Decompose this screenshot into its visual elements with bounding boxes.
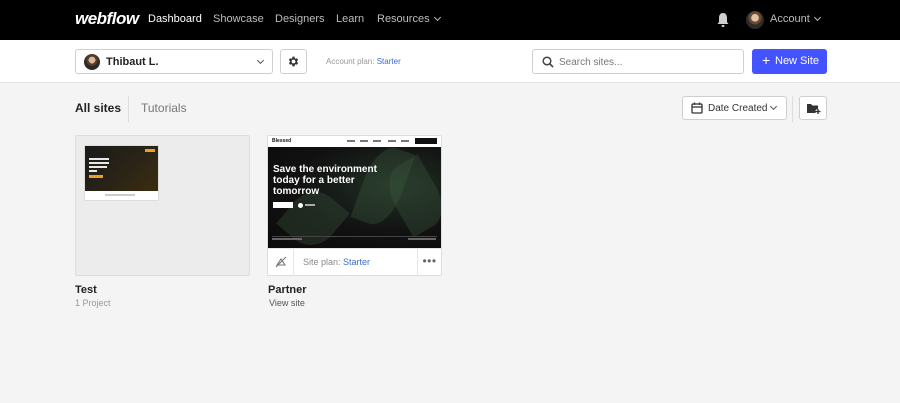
webflow-logo[interactable]: webflow — [75, 9, 139, 29]
thumbnail-hero — [85, 146, 158, 191]
view-site-link[interactable]: View site — [269, 298, 305, 308]
thumbnail-brand: Blessed — [272, 138, 292, 144]
workspace-user-name: Thibaut L. — [106, 56, 159, 68]
nav-dashboard[interactable]: Dashboard — [148, 13, 202, 25]
workspace-select[interactable]: Thibaut L. — [75, 49, 273, 74]
thumbnail-nav-link — [388, 140, 396, 142]
site-thumbnail — [85, 146, 158, 200]
thumbnail-line — [89, 170, 97, 172]
site-card-footer: Site plan: Starter ••• — [268, 248, 441, 276]
card-title[interactable]: Test — [75, 284, 97, 296]
more-options-icon[interactable]: ••• — [417, 249, 441, 276]
account-plan-label: Account plan: — [326, 57, 375, 66]
tab-all-sites[interactable]: All sites — [75, 101, 121, 115]
thumbnail-footer-line — [408, 238, 436, 240]
search-box[interactable] — [532, 49, 744, 74]
thumbnail-line — [89, 158, 109, 160]
nav-designers[interactable]: Designers — [275, 13, 325, 25]
search-input[interactable] — [559, 54, 739, 70]
avatar[interactable] — [746, 11, 764, 29]
new-folder-button[interactable] — [799, 96, 827, 120]
tab-tutorials[interactable]: Tutorials — [141, 101, 187, 115]
sort-dropdown[interactable]: Date Created — [682, 96, 787, 120]
chevron-down-icon — [769, 102, 778, 111]
sort-label: Date Created — [708, 103, 768, 114]
chevron-down-icon — [256, 56, 265, 65]
avatar — [84, 54, 100, 70]
thumbnail-footer — [105, 194, 135, 196]
thumbnail-line — [89, 162, 109, 164]
thumbnail-line — [305, 204, 315, 206]
site-plan-link[interactable]: Starter — [343, 257, 370, 267]
plus-icon: + — [762, 52, 771, 68]
thumbnail-topbar: Blessed — [268, 136, 441, 147]
site-plan: Site plan: Starter — [303, 257, 370, 267]
thumbnail-nav-link — [360, 140, 368, 142]
account-plan-link[interactable]: Starter — [377, 57, 401, 66]
toolbar-divider — [792, 96, 793, 122]
thumbnail-nav-link — [401, 140, 409, 142]
workspace-toolbar: Thibaut L. Account plan: Starter + New S… — [0, 40, 900, 83]
thumbnail-cta — [89, 175, 103, 178]
card-subtitle: 1 Project — [75, 298, 111, 308]
thumbnail-nav-link — [347, 140, 355, 142]
chevron-down-icon — [433, 13, 441, 22]
thumbnail-nav — [145, 149, 155, 152]
gear-icon — [288, 56, 299, 67]
site-card[interactable]: Blessed Save the environment today for a… — [267, 135, 442, 276]
chevron-down-icon — [813, 13, 821, 22]
nav-resources[interactable]: Resources — [377, 13, 441, 25]
nav-learn[interactable]: Learn — [336, 13, 364, 25]
thumbnail-nav-link — [373, 140, 381, 142]
no-hosting-icon — [275, 256, 287, 268]
search-icon — [542, 56, 554, 68]
calendar-icon — [691, 102, 703, 114]
project-folder-card[interactable] — [75, 135, 250, 276]
nav-resources-label: Resources — [377, 13, 430, 25]
thumbnail-nav-button — [415, 138, 437, 144]
thumbnail-play-dot — [298, 203, 303, 208]
account-menu[interactable]: Account — [770, 13, 821, 25]
top-nav: webflow Dashboard Showcase Designers Lea… — [0, 0, 900, 40]
card-title[interactable]: Partner — [268, 284, 307, 296]
thumbnail-headline: Save the environment today for a better … — [273, 164, 377, 197]
tab-divider — [128, 96, 129, 122]
nav-showcase[interactable]: Showcase — [213, 13, 264, 25]
site-thumbnail[interactable]: Blessed Save the environment today for a… — [268, 136, 441, 248]
bell-icon[interactable] — [716, 12, 730, 28]
thumbnail-line — [89, 166, 107, 168]
thumbnail-footer-line — [272, 238, 302, 240]
thumbnail-button — [273, 202, 293, 208]
new-site-button[interactable]: + New Site — [752, 49, 827, 74]
new-site-label: New Site — [775, 55, 820, 67]
account-label: Account — [770, 13, 810, 25]
account-plan: Account plan: Starter — [326, 57, 401, 66]
site-plan-label: Site plan: — [303, 257, 341, 267]
folder-add-icon — [807, 104, 821, 114]
thumbnail-divider — [272, 236, 437, 237]
site-icon-cell — [268, 249, 294, 276]
settings-button[interactable] — [280, 49, 307, 74]
